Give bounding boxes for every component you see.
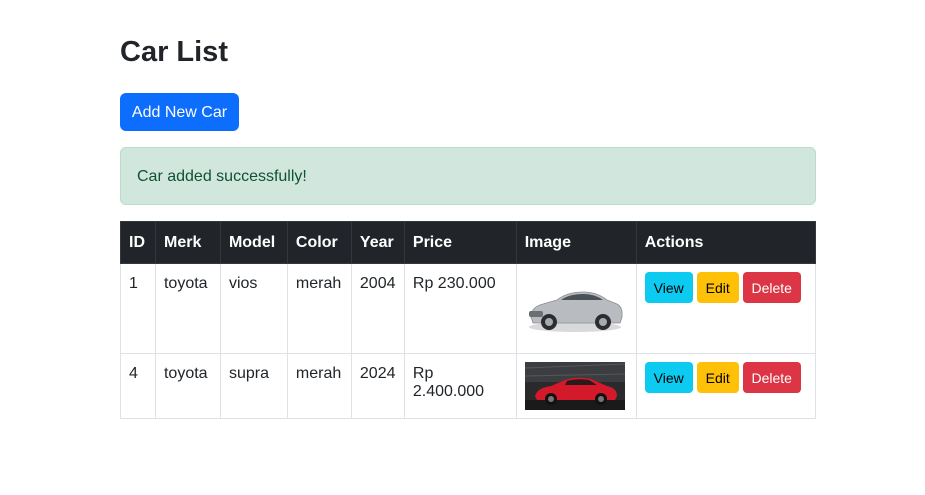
cell-price: Rp 2.400.000 (403, 353, 517, 419)
cell-actions: View Edit Delete (635, 353, 817, 419)
cell-price: Rp 230.000 (403, 263, 517, 354)
cell-model: supra (219, 353, 288, 419)
cell-model: vios (219, 263, 288, 354)
table-row: 4 toyota supra merah 2024 Rp 2.400.000 V… (120, 353, 817, 419)
add-new-car-button[interactable]: Add New Car (120, 93, 239, 131)
page-title: Car List (120, 36, 228, 68)
delete-button[interactable]: Delete (742, 362, 801, 393)
cell-actions: View Edit Delete (635, 263, 817, 354)
header-year: Year (350, 221, 405, 264)
cell-id: 1 (120, 263, 156, 354)
cell-color: merah (286, 263, 352, 354)
header-actions: Actions (635, 221, 817, 264)
header-model: Model (219, 221, 288, 264)
header-merk: Merk (154, 221, 221, 264)
edit-button[interactable]: Edit (696, 362, 739, 393)
cell-id: 4 (120, 353, 156, 419)
cell-merk: toyota (154, 353, 221, 419)
view-button[interactable]: View (644, 362, 693, 393)
header-price: Price (403, 221, 517, 264)
edit-button[interactable]: Edit (696, 272, 739, 303)
success-alert: Car added successfully! (120, 147, 816, 205)
cell-year: 2004 (350, 263, 405, 354)
header-image: Image (515, 221, 637, 264)
header-id: ID (120, 221, 156, 264)
table-header-row: ID Merk Model Color Year Price Image Act… (120, 221, 817, 264)
cell-image (515, 353, 637, 419)
car-table: ID Merk Model Color Year Price Image Act… (120, 221, 817, 419)
car-image-red-sports-car (524, 362, 625, 410)
alert-message: Car added successfully! (137, 168, 307, 185)
delete-button[interactable]: Delete (742, 272, 801, 303)
table-row: 1 toyota vios merah 2004 Rp 230.000 View… (120, 263, 817, 354)
cell-image (515, 263, 637, 354)
cell-year: 2024 (350, 353, 405, 419)
view-button[interactable]: View (644, 272, 693, 303)
header-color: Color (286, 221, 352, 264)
car-image-silver-sedan (524, 273, 625, 337)
cell-color: merah (286, 353, 352, 419)
cell-merk: toyota (154, 263, 221, 354)
